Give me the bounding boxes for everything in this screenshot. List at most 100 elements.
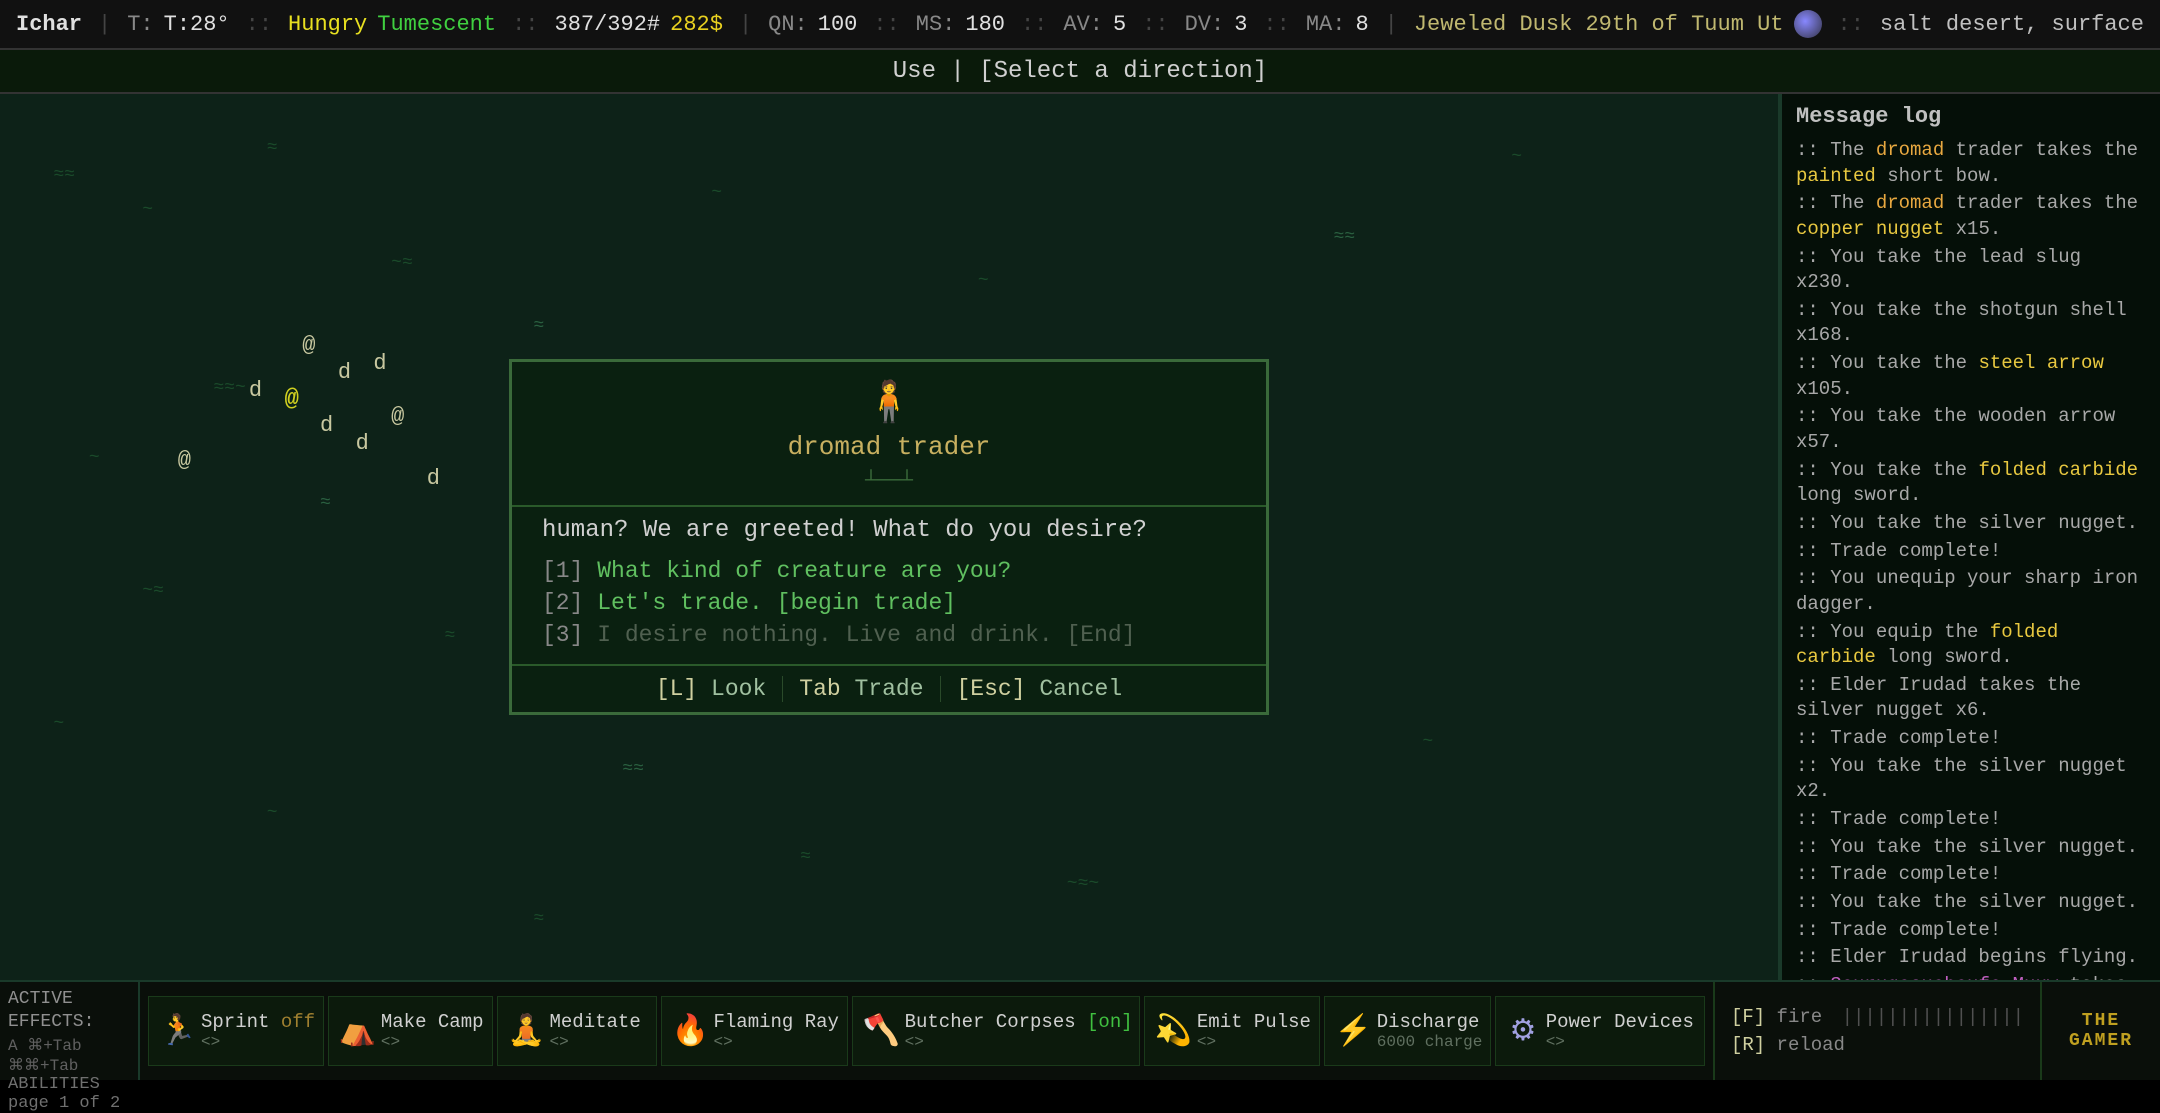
status-tumescent: Tumescent xyxy=(377,12,496,37)
log-line: :: You take the silver nugget. xyxy=(1796,835,2146,861)
butcher-corpses-action[interactable]: 🪓 Butcher Corpses [on] <> xyxy=(852,996,1140,1066)
creature-sprite: @ xyxy=(391,404,404,429)
abilities-title: ACTIVE EFFECTS: xyxy=(8,988,130,1035)
abilities-page: ABILITIESpage 1 of 2 xyxy=(8,1075,130,1113)
look-button[interactable]: [L] Look xyxy=(640,676,783,702)
charge-bar: |||||||||||||||| xyxy=(1842,1006,2024,1028)
player-sprite: @ xyxy=(284,386,298,413)
sprint-label: Sprint off xyxy=(201,1011,315,1033)
log-line: :: Trade complete! xyxy=(1796,918,2146,944)
creature-sprite: d xyxy=(320,413,333,438)
power-devices-icon: ⚙ xyxy=(1506,1013,1539,1050)
log-line: :: Scurugosuoboufo-Muuw takes the copper… xyxy=(1796,973,2146,980)
creature-sprite: @ xyxy=(178,448,191,473)
meditate-icon: 🧘 xyxy=(508,1013,544,1050)
make-camp-action[interactable]: ⛺ Make Camp <> xyxy=(328,996,493,1066)
meditate-action[interactable]: 🧘 Meditate <> xyxy=(497,996,657,1066)
dialog-option-3[interactable]: [3] I desire nothing. Live and drink. [E… xyxy=(542,622,1236,648)
moon-icon xyxy=(1794,10,1822,38)
abilities-keys: A ⌘+Tab ⌘⌘+Tab xyxy=(8,1035,130,1075)
dialog-option-2[interactable]: [2] Let's trade. [begin trade] xyxy=(542,590,1236,616)
discharge-key: 6000 charge xyxy=(1377,1033,1483,1051)
date-display: Jeweled Dusk 29th of Tuum Ut xyxy=(1414,12,1784,37)
ma-value: 8 xyxy=(1355,12,1368,37)
flaming-ray-label: Flaming Ray xyxy=(714,1011,839,1033)
log-line: :: Elder Irudad takes the silver nugget … xyxy=(1796,673,2146,724)
sprint-icon: 🏃 xyxy=(159,1013,195,1050)
butcher-corpses-icon: 🪓 xyxy=(863,1013,899,1050)
creature-sprite: d xyxy=(427,466,440,491)
log-line: :: The dromad trader takes the copper nu… xyxy=(1796,191,2146,242)
trade-button[interactable]: Tab Trade xyxy=(783,676,940,702)
dialog-header: 🧍 dromad trader ┴──┴ xyxy=(512,362,1266,507)
flaming-ray-key: <> xyxy=(714,1033,839,1051)
sprint-action[interactable]: 🏃 Sprint off <> xyxy=(148,996,324,1066)
hp-display: 387/392# xyxy=(555,12,661,37)
emit-pulse-key: <> xyxy=(1197,1033,1311,1051)
log-line: :: You take the steel arrow x105. xyxy=(1796,351,2146,402)
logo-text: THE xyxy=(2069,1011,2133,1031)
flaming-ray-action[interactable]: 🔥 Flaming Ray <> xyxy=(661,996,848,1066)
butcher-corpses-label: Butcher Corpses [on] xyxy=(905,1011,1133,1033)
flaming-ray-icon: 🔥 xyxy=(672,1013,708,1050)
discharge-label: Discharge xyxy=(1377,1011,1483,1033)
log-line: :: Trade complete! xyxy=(1796,539,2146,565)
action-bar: 🏃 Sprint off <> ⛺ Make Camp <> 🧘 Meditat… xyxy=(140,982,1713,1080)
butcher-corpses-key: <> xyxy=(905,1033,1133,1051)
direction-bar: Use | [Select a direction] xyxy=(0,50,2160,94)
log-line: :: Trade complete! xyxy=(1796,807,2146,833)
message-log-title: Message log xyxy=(1796,104,2146,129)
reload-label: [R] reload xyxy=(1731,1034,2024,1056)
turn-counter: T:28° xyxy=(164,12,230,37)
power-devices-label: Power Devices xyxy=(1546,1011,1694,1033)
cancel-button[interactable]: [Esc] Cancel xyxy=(941,676,1139,702)
make-camp-label: Make Camp xyxy=(381,1011,484,1033)
log-line: :: You equip the folded carbide long swo… xyxy=(1796,620,2146,671)
power-devices-key: <> xyxy=(1546,1033,1694,1051)
emit-pulse-icon: 💫 xyxy=(1155,1013,1191,1050)
game-map[interactable]: ≈≈ ~ ≈ ~≈ ≈ ~ ≈≈~ ~ ≈ ~≈ ≈ ~ ≈≈ ~ ≈ ~ ≈~… xyxy=(0,94,1780,980)
dialog-body: human? We are greeted! What do you desir… xyxy=(512,507,1266,664)
log-line: :: The dromad trader takes the painted s… xyxy=(1796,138,2146,189)
discharge-icon: ⚡ xyxy=(1335,1013,1371,1050)
abilities-panel: ACTIVE EFFECTS: A ⌘+Tab ⌘⌘+Tab ABILITIES… xyxy=(0,982,140,1080)
log-line: :: Elder Irudad begins flying. xyxy=(1796,945,2146,971)
ms-value: 180 xyxy=(965,12,1005,37)
fire-reload-status: [F] fire |||||||||||||||| [R] reload xyxy=(1713,982,2040,1080)
log-line: :: You unequip your sharp iron dagger. xyxy=(1796,566,2146,617)
logo-subtext: GAMER xyxy=(2069,1031,2133,1051)
creature-sprite: @ xyxy=(302,333,315,358)
dialog-box: 🧍 dromad trader ┴──┴ human? We are greet… xyxy=(509,359,1269,715)
dialog-footer: [L] Look Tab Trade [Esc] Cancel xyxy=(512,664,1266,712)
log-line: :: Trade complete! xyxy=(1796,862,2146,888)
log-line: :: You take the silver nugget. xyxy=(1796,511,2146,537)
message-log: Message log :: The dromad trader takes t… xyxy=(1780,94,2160,980)
log-line: :: You take the wooden arrow x57. xyxy=(1796,404,2146,455)
top-bar: Ichar | T:T:28° :: Hungry Tumescent :: 3… xyxy=(0,0,2160,50)
direction-prompt: Use | [Select a direction] xyxy=(893,58,1267,85)
qn-value: 100 xyxy=(818,12,858,37)
dialog-question: human? We are greeted! What do you desir… xyxy=(542,517,1236,544)
make-camp-icon: ⛺ xyxy=(339,1013,375,1050)
log-line: :: Trade complete! xyxy=(1796,726,2146,752)
power-devices-action[interactable]: ⚙ Power Devices <> xyxy=(1495,996,1705,1066)
option-1-text: What kind of creature are you? xyxy=(597,558,1011,584)
status-hungry: Hungry xyxy=(288,12,367,37)
npc-name: dromad trader xyxy=(512,432,1266,468)
emit-pulse-action[interactable]: 💫 Emit Pulse <> xyxy=(1144,996,1320,1066)
creature-sprite: d xyxy=(338,360,351,385)
av-value: 5 xyxy=(1113,12,1126,37)
fire-label: [F] fire |||||||||||||||| xyxy=(1731,1006,2024,1028)
log-line: :: You take the lead slug x230. xyxy=(1796,245,2146,296)
dialog-separator: ┴──┴ xyxy=(512,468,1266,501)
dialog-option-1[interactable]: [1] What kind of creature are you? xyxy=(542,558,1236,584)
make-camp-key: <> xyxy=(381,1033,484,1051)
option-2-text: Let's trade. [begin trade] xyxy=(597,590,956,616)
bottom-bar: ACTIVE EFFECTS: A ⌘+Tab ⌘⌘+Tab ABILITIES… xyxy=(0,980,2160,1080)
discharge-action[interactable]: ⚡ Discharge 6000 charge xyxy=(1324,996,1492,1066)
creature-sprite: d xyxy=(249,378,262,403)
log-line: :: You take the folded carbide long swor… xyxy=(1796,458,2146,509)
emit-pulse-label: Emit Pulse xyxy=(1197,1011,1311,1033)
biome-display: salt desert, surface xyxy=(1880,12,2144,37)
npc-sprite: 🧍 xyxy=(512,370,1266,432)
